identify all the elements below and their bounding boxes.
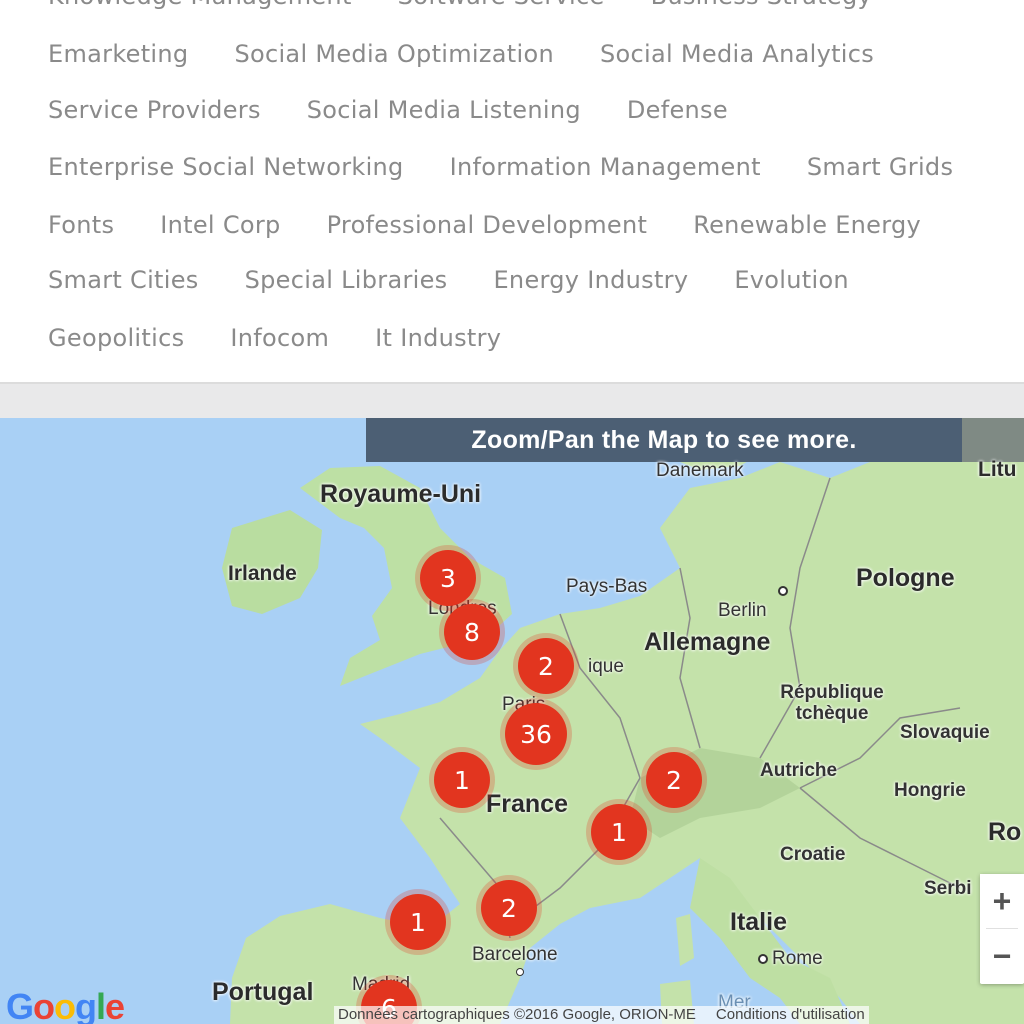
tag-cloud: Knowledge Management Software Service Bu… xyxy=(0,0,1024,382)
tag-link[interactable]: Professional Development xyxy=(327,211,648,239)
label-lituanie: Litu xyxy=(978,458,1017,481)
tag-link[interactable]: It Industry xyxy=(375,324,501,352)
label-royaume-uni: Royaume-Uni xyxy=(320,480,482,508)
label-croatie: Croatie xyxy=(780,844,846,865)
label-allemagne: Allemagne xyxy=(644,628,771,656)
zoom-in-button[interactable]: + xyxy=(980,874,1024,928)
tag-link[interactable]: Service Providers xyxy=(48,96,261,124)
zoom-out-button[interactable]: − xyxy=(980,929,1024,983)
tag-link[interactable]: Knowledge Management xyxy=(48,0,352,10)
tag-link[interactable]: Smart Cities xyxy=(48,266,199,294)
tag-row: Geopolitics Infocom It Industry xyxy=(48,324,501,352)
cluster-marker[interactable]: 1 xyxy=(591,804,647,860)
tag-link[interactable]: Social Media Listening xyxy=(307,96,581,124)
label-irlande: Irlande xyxy=(228,562,297,585)
label-rome: Rome xyxy=(772,948,823,969)
tag-link[interactable]: Information Management xyxy=(450,153,761,181)
google-logo[interactable]: Google xyxy=(6,986,125,1024)
tag-link[interactable]: Software Service xyxy=(398,0,605,10)
label-hongrie: Hongrie xyxy=(894,780,966,801)
tag-link[interactable]: Infocom xyxy=(230,324,329,352)
tag-link[interactable]: Special Libraries xyxy=(245,266,448,294)
city-dot-berlin xyxy=(778,586,788,596)
tag-link[interactable]: Defense xyxy=(627,96,728,124)
tag-row: Knowledge Management Software Service Bu… xyxy=(48,0,872,10)
tag-link[interactable]: Evolution xyxy=(734,266,849,294)
label-republique-tcheque: République tchèque xyxy=(780,682,884,724)
banner-edge xyxy=(962,418,1024,462)
cluster-marker[interactable]: 3 xyxy=(420,550,476,606)
tag-link[interactable]: Enterprise Social Networking xyxy=(48,153,404,181)
label-pays-bas: Pays-Bas xyxy=(566,576,648,597)
cluster-marker[interactable]: 2 xyxy=(646,752,702,808)
label-france: France xyxy=(486,790,568,818)
section-gap xyxy=(0,384,1024,418)
city-dot-barcelone xyxy=(516,968,524,976)
zoom-control: + − xyxy=(980,874,1024,984)
tag-row: Emarketing Social Media Optimization Soc… xyxy=(48,40,874,68)
tag-link[interactable]: Emarketing xyxy=(48,40,188,68)
cluster-marker[interactable]: 2 xyxy=(518,638,574,694)
label-portugal: Portugal xyxy=(212,978,314,1006)
label-roumanie: Ro xyxy=(988,818,1022,846)
tag-link[interactable]: Social Media Optimization xyxy=(234,40,554,68)
tag-link[interactable]: Social Media Analytics xyxy=(600,40,874,68)
label-belgique: ique xyxy=(588,656,624,677)
city-dot-rome xyxy=(758,954,768,964)
label-slovaquie: Slovaquie xyxy=(900,722,990,743)
label-berlin: Berlin xyxy=(718,600,767,621)
label-serbie: Serbi xyxy=(924,878,972,899)
map-canvas[interactable]: Zoom/Pan the Map to see more. Royaume-Un… xyxy=(0,418,1024,1024)
tag-row: Service Providers Social Media Listening… xyxy=(48,96,728,124)
map-attribution: Données cartographiques ©2016 Google, OR… xyxy=(334,1006,869,1024)
terms-link[interactable]: Conditions d'utilisation xyxy=(716,1006,865,1024)
label-autriche: Autriche xyxy=(760,760,838,781)
tag-row: Enterprise Social Networking Information… xyxy=(48,153,953,181)
label-danemark: Danemark xyxy=(656,460,744,481)
map-hint-banner: Zoom/Pan the Map to see more. xyxy=(366,418,962,462)
tag-row: Fonts Intel Corp Professional Developmen… xyxy=(48,211,921,239)
tag-link[interactable]: Business Strategy xyxy=(651,0,872,10)
tag-link[interactable]: Energy Industry xyxy=(493,266,688,294)
map-data-credit: Données cartographiques ©2016 Google, OR… xyxy=(338,1006,696,1023)
tag-link[interactable]: Smart Grids xyxy=(807,153,953,181)
tag-row: Smart Cities Special Libraries Energy In… xyxy=(48,266,849,294)
cluster-marker[interactable]: 8 xyxy=(444,604,500,660)
tag-link[interactable]: Renewable Energy xyxy=(693,211,921,239)
label-pologne: Pologne xyxy=(856,564,955,592)
label-italie: Italie xyxy=(730,908,787,936)
cluster-marker[interactable]: 36 xyxy=(505,703,567,765)
tag-link[interactable]: Geopolitics xyxy=(48,324,184,352)
cluster-marker[interactable]: 1 xyxy=(390,894,446,950)
cluster-marker[interactable]: 1 xyxy=(434,752,490,808)
cluster-marker[interactable]: 2 xyxy=(481,880,537,936)
label-barcelone: Barcelone xyxy=(472,944,558,965)
tag-link[interactable]: Intel Corp xyxy=(160,211,280,239)
tag-link[interactable]: Fonts xyxy=(48,211,114,239)
